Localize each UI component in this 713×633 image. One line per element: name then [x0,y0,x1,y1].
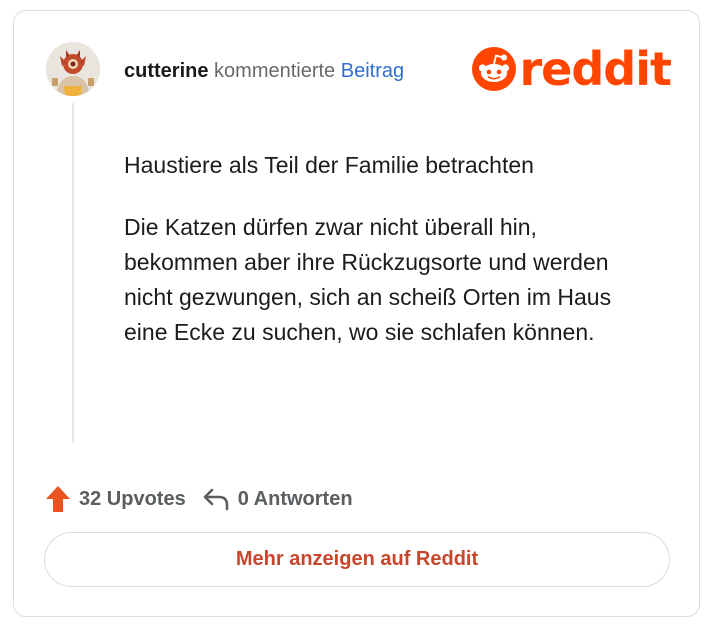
upvote-count: 32 Upvotes [79,487,186,510]
post-link[interactable]: Beitrag [341,60,404,82]
username-link[interactable]: cutterine [124,60,208,82]
reddit-wordmark: reddit [519,42,672,96]
reddit-logo[interactable]: reddit [471,42,672,96]
upvote-stat[interactable]: 32 Upvotes [45,485,186,513]
reply-stat[interactable]: 0 Antworten [202,487,353,511]
comment-stats: 32 Upvotes 0 Antworten [45,485,353,513]
view-more-button[interactable]: Mehr anzeigen auf Reddit [44,532,670,587]
comment-header: cutterine kommentierte Beitrag [124,59,404,83]
action-text: kommentierte [214,60,336,82]
reddit-snoo-icon [471,47,516,91]
comment-paragraph-1: Haustiere als Teil der Familie betrachte… [124,152,534,178]
user-avatar[interactable] [46,42,100,96]
reply-count: 0 Antworten [237,487,353,510]
reply-arrow-icon [203,488,229,511]
reddit-comment-card: cutterine kommentierte Beitrag reddit Ha… [13,10,700,617]
comment-paragraph-2: Die Katzen dürfen zwar nicht überall hin… [124,214,612,345]
avatar-image [46,42,100,96]
thread-line [72,103,74,443]
upvote-arrow-icon[interactable] [45,485,71,513]
comment-body: Haustiere als Teil der Familie betrachte… [124,148,644,377]
